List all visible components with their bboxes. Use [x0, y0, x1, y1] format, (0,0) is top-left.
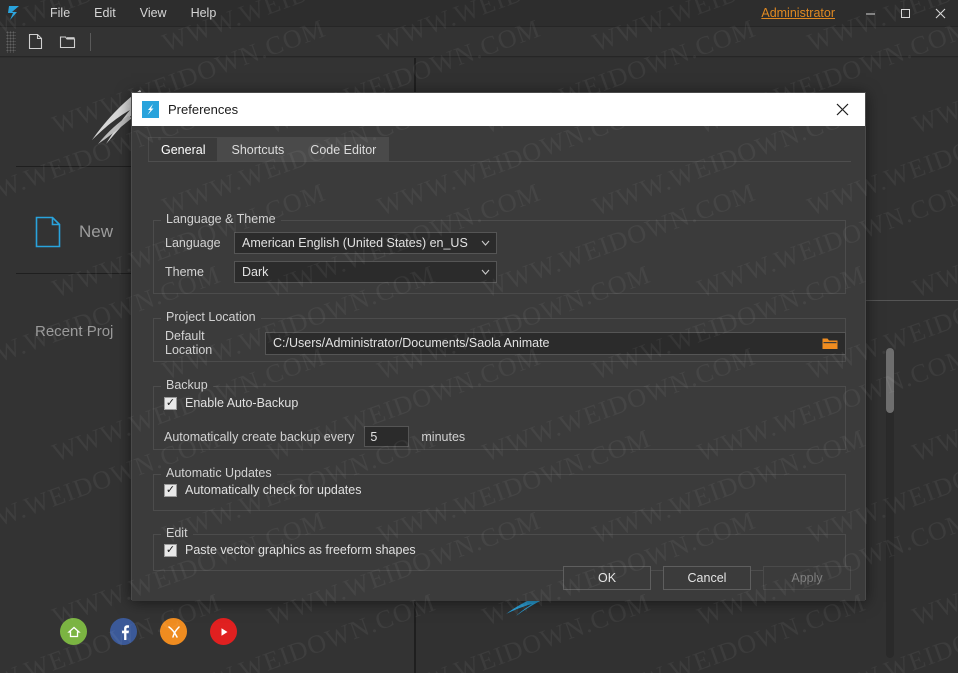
- paste-vector-row: ✓ Paste vector graphics as freeform shap…: [164, 543, 416, 557]
- window-controls: [853, 0, 958, 27]
- group-inner-project-location: Default Location: [153, 318, 846, 362]
- group-edit: Edit ✓ Paste vector graphics as freeform…: [153, 526, 846, 571]
- backup-interval-row: Automatically create backup every minute…: [164, 426, 465, 447]
- dialog-title-bar: Preferences: [132, 93, 865, 126]
- dialog-tabs: General Shortcuts Code Editor: [148, 137, 390, 161]
- check-updates-label: Automatically check for updates: [185, 483, 362, 497]
- check-updates-checkbox[interactable]: ✓ Automatically check for updates: [164, 483, 361, 497]
- theme-select[interactable]: Dark: [234, 261, 497, 283]
- open-folder-icon[interactable]: [54, 29, 80, 55]
- application-window: File Edit View Help Administrator New Re…: [0, 0, 958, 673]
- enable-autobackup-label: Enable Auto-Backup: [185, 396, 299, 410]
- group-automatic-updates: Automatic Updates ✓ Automatically check …: [153, 466, 846, 511]
- app-logo-icon: [0, 0, 30, 27]
- tab-code-editor[interactable]: Code Editor: [297, 137, 390, 161]
- language-select[interactable]: American English (United States) en_US: [234, 232, 497, 254]
- vertical-scrollbar[interactable]: [886, 348, 894, 658]
- chevron-down-icon: [474, 240, 496, 246]
- new-document-icon: [35, 216, 61, 248]
- theme-label: Theme: [165, 265, 204, 279]
- default-location-input[interactable]: [273, 336, 819, 350]
- maximize-icon[interactable]: [888, 0, 923, 27]
- new-document-icon[interactable]: [22, 29, 48, 55]
- theme-row: Theme Dark: [165, 261, 497, 283]
- menu-item-help[interactable]: Help: [179, 0, 229, 27]
- group-title-edit: Edit: [161, 526, 193, 540]
- checkmark-icon: ✓: [164, 543, 177, 557]
- enable-autobackup-row: ✓ Enable Auto-Backup: [164, 396, 298, 410]
- group-language-theme: Language & Theme Language American Engli…: [153, 212, 846, 294]
- group-inner-backup: ✓ Enable Auto-Backup Automatically creat…: [153, 386, 846, 450]
- check-updates-row: ✓ Automatically check for updates: [164, 483, 361, 497]
- checkmark-icon: ✓: [164, 483, 177, 497]
- menu-item-edit[interactable]: Edit: [82, 0, 128, 27]
- enable-autobackup-checkbox[interactable]: ✓ Enable Auto-Backup: [164, 396, 298, 410]
- tab-general[interactable]: General: [148, 137, 219, 161]
- minimize-icon[interactable]: [853, 0, 888, 27]
- theme-selected-value: Dark: [242, 265, 269, 279]
- chevron-down-icon: [474, 269, 496, 275]
- scroll-thumb[interactable]: [886, 348, 894, 413]
- dialog-title: Preferences: [168, 102, 239, 117]
- default-location-label: Default Location: [165, 329, 213, 357]
- youtube-icon[interactable]: [210, 618, 237, 645]
- account-link[interactable]: Administrator: [761, 6, 835, 20]
- group-title-language-theme: Language & Theme: [161, 212, 281, 226]
- group-title-automatic-updates: Automatic Updates: [161, 466, 277, 480]
- group-inner-edit: ✓ Paste vector graphics as freeform shap…: [153, 534, 846, 571]
- title-bar: File Edit View Help Administrator: [0, 0, 958, 27]
- preferences-app-icon: [142, 101, 159, 118]
- preferences-dialog: Preferences General Shortcuts Code Edito…: [131, 92, 866, 601]
- backup-interval-prefix: Automatically create backup every: [164, 429, 355, 444]
- language-label: Language: [165, 236, 221, 250]
- group-inner-language-theme: Language American English (United States…: [153, 220, 846, 294]
- menu-item-file[interactable]: File: [38, 0, 82, 27]
- folder-icon[interactable]: [819, 337, 841, 350]
- backup-interval-input[interactable]: [364, 426, 410, 447]
- saola-icon[interactable]: [160, 618, 187, 645]
- drag-handle-icon[interactable]: [6, 30, 16, 53]
- recent-projects-label: Recent Proj: [35, 323, 114, 340]
- dialog-close-icon[interactable]: [825, 93, 859, 126]
- social-links: [60, 618, 237, 645]
- checkmark-icon: ✓: [164, 396, 177, 410]
- group-title-backup: Backup: [161, 378, 213, 392]
- backup-interval-suffix: minutes: [421, 429, 466, 444]
- dialog-body: General Shortcuts Code Editor Language &…: [132, 126, 865, 601]
- toolbar-separator: [90, 32, 91, 51]
- group-backup: Backup ✓ Enable Auto-Backup Automaticall…: [153, 378, 846, 450]
- menu-item-view[interactable]: View: [128, 0, 179, 27]
- default-location-field[interactable]: [265, 331, 846, 355]
- language-selected-value: American English (United States) en_US: [242, 236, 468, 250]
- menu-bar: File Edit View Help: [38, 0, 228, 27]
- facebook-icon[interactable]: [110, 618, 137, 645]
- paste-vector-label: Paste vector graphics as freeform shapes: [185, 543, 416, 557]
- tab-panel-general: Language & Theme Language American Engli…: [148, 161, 851, 571]
- main-toolbar: [0, 27, 958, 57]
- close-icon[interactable]: [923, 0, 958, 27]
- new-project-button[interactable]: New: [35, 216, 113, 248]
- paste-vector-checkbox[interactable]: ✓ Paste vector graphics as freeform shap…: [164, 543, 416, 557]
- language-row: Language American English (United States…: [165, 232, 497, 254]
- tab-shortcuts[interactable]: Shortcuts: [218, 137, 298, 161]
- home-icon[interactable]: [60, 618, 87, 645]
- default-location-row: Default Location: [165, 329, 846, 357]
- group-title-project-location: Project Location: [161, 310, 261, 324]
- group-project-location: Project Location Default Location: [153, 310, 846, 362]
- new-project-label: New: [79, 222, 114, 241]
